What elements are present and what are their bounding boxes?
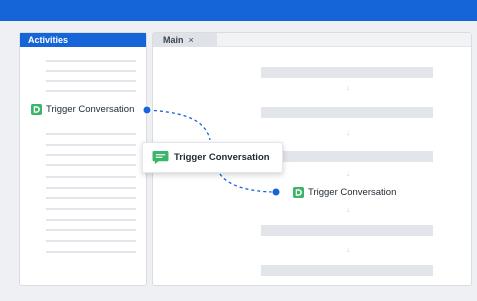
chat-bubble-icon [152,150,169,165]
activity-placeholder-row [46,176,136,178]
activity-item-label: Trigger Conversation [46,104,135,115]
activity-placeholder-row [46,144,136,146]
flow-node-trigger-conversation[interactable]: Trigger Conversation [293,187,396,198]
drag-preview-card[interactable]: Trigger Conversation [142,142,283,173]
activities-panel: Activities [19,32,147,286]
flow-step-placeholder [261,265,433,276]
activity-placeholder-row [46,70,136,72]
activity-placeholder-row [46,154,136,156]
arrow-down-icon: ↓ [346,169,350,178]
activity-placeholder-row [46,229,136,231]
arrow-down-icon: ↓ [346,128,350,137]
activity-placeholder-row [46,219,136,221]
activity-placeholder-row [46,133,136,135]
close-icon[interactable]: × [189,35,194,45]
main-tabstrip: Main × [153,33,471,47]
arrow-down-icon: ↓ [346,245,350,254]
flow-node-label: Trigger Conversation [308,187,397,198]
trigger-conversation-icon [293,187,304,198]
flow-step-placeholder [261,151,433,162]
activity-placeholder-row [46,60,136,62]
activity-placeholder-row [46,187,136,189]
drag-preview-label: Trigger Conversation [174,152,270,163]
activity-item-trigger-conversation[interactable]: Trigger Conversation [31,104,134,115]
activity-placeholder-row [46,251,136,253]
activity-placeholder-row [46,208,136,210]
tab-main[interactable]: Main × [153,33,217,47]
activity-placeholder-row [46,240,136,242]
tab-main-label: Main [163,35,184,45]
trigger-conversation-icon [31,104,42,115]
arrow-down-icon: ↓ [346,83,350,92]
flow-step-placeholder [261,67,433,78]
top-header-bar [0,0,477,21]
activities-panel-title: Activities [20,33,146,47]
arrow-down-icon: ↓ [346,205,350,214]
activity-placeholder-row [46,90,136,92]
activity-placeholder-row [46,164,136,166]
flow-step-placeholder [261,107,433,118]
activity-placeholder-row [46,80,136,82]
flow-step-placeholder [261,225,433,236]
activity-placeholder-row [46,197,136,199]
